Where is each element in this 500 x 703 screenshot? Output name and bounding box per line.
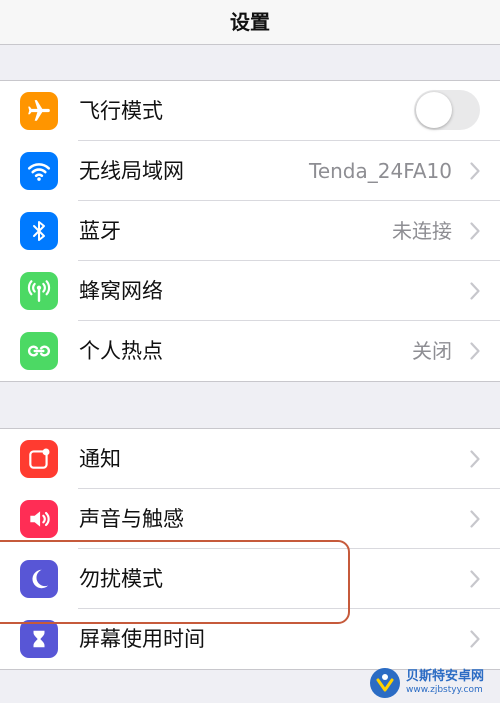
wifi-icon — [20, 152, 58, 190]
page-title: 设置 — [230, 10, 270, 34]
watermark-logo-icon — [370, 667, 400, 698]
settings-row-label: 个人热点 — [79, 339, 163, 363]
bluetooth-icon — [20, 212, 58, 250]
hotspot-status-value: 关闭 — [412, 339, 452, 363]
settings-row-notifications[interactable]: 通知 — [0, 429, 500, 489]
bluetooth-status-value: 未连接 — [392, 219, 452, 243]
chevron-right-icon — [470, 510, 480, 528]
notifications-icon — [20, 440, 58, 478]
settings-row-label: 飞行模式 — [79, 99, 163, 123]
airplane-mode-toggle[interactable] — [414, 90, 480, 130]
site-watermark: 贝斯特安卓网 www.zjbstyy.com — [368, 662, 500, 703]
airplane-icon — [20, 92, 58, 130]
settings-row-label: 通知 — [79, 447, 121, 471]
chevron-right-icon — [470, 450, 480, 468]
hotspot-icon — [20, 332, 58, 370]
chevron-right-icon — [470, 282, 480, 300]
toggle-knob — [416, 92, 452, 128]
chevron-right-icon — [470, 630, 480, 648]
cellular-icon — [20, 272, 58, 310]
settings-row-label: 无线局域网 — [79, 159, 184, 183]
settings-group-connectivity: 飞行模式 无线局域网 Tenda_24FA10 蓝牙 未连接 蜂窝网络 个人热点 — [0, 80, 500, 382]
chevron-right-icon — [470, 222, 480, 240]
settings-row-personal-hotspot[interactable]: 个人热点 关闭 — [0, 321, 500, 381]
hourglass-icon — [20, 620, 58, 658]
navigation-bar: 设置 — [0, 0, 500, 45]
wifi-network-value: Tenda_24FA10 — [309, 159, 452, 183]
settings-row-wifi[interactable]: 无线局域网 Tenda_24FA10 — [0, 141, 500, 201]
watermark-site-name: 贝斯特安卓网 — [406, 669, 485, 684]
chevron-right-icon — [470, 570, 480, 588]
chevron-right-icon — [470, 162, 480, 180]
watermark-url: www.zjbstyy.com — [406, 685, 483, 695]
chevron-right-icon — [470, 342, 480, 360]
do-not-disturb-highlight-box — [0, 540, 350, 624]
settings-row-cellular[interactable]: 蜂窝网络 — [0, 261, 500, 321]
settings-row-bluetooth[interactable]: 蓝牙 未连接 — [0, 201, 500, 261]
settings-row-label: 蓝牙 — [79, 219, 121, 243]
settings-row-label: 蜂窝网络 — [79, 279, 163, 303]
settings-row-airplane-mode[interactable]: 飞行模式 — [0, 81, 500, 141]
sound-icon — [20, 500, 58, 538]
